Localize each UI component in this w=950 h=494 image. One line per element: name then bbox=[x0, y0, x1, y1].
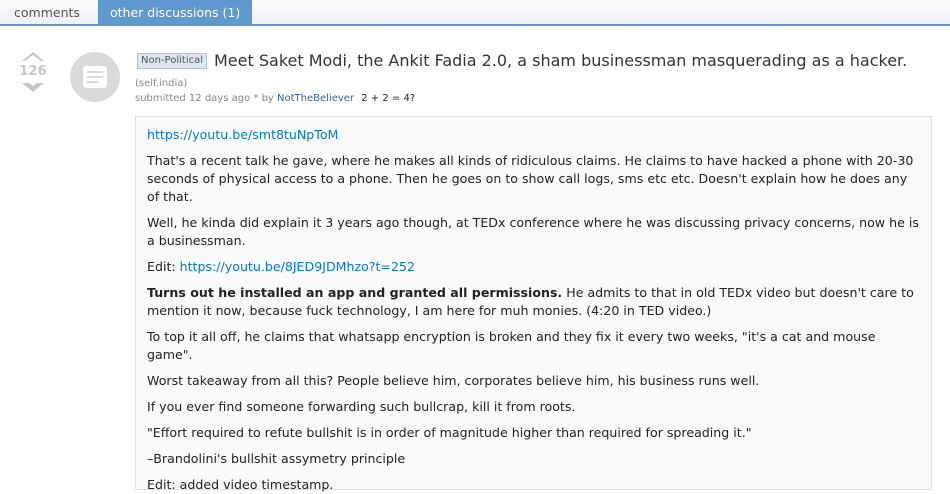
body-quote: "Effort required to refute bullshit is i… bbox=[147, 425, 752, 440]
post-body: https://youtu.be/smt8tuNpToM That's a re… bbox=[135, 116, 932, 492]
youtube-link-1[interactable]: https://youtu.be/smt8tuNpToM bbox=[147, 127, 338, 142]
body-paragraph: If you ever find someone forwarding such… bbox=[147, 399, 576, 414]
post-title[interactable]: Meet Saket Modi, the Ankit Fadia 2.0, a … bbox=[214, 51, 907, 70]
body-bold-text: Turns out he installed an app and grante… bbox=[147, 285, 563, 300]
downvote-icon[interactable] bbox=[22, 80, 44, 92]
vote-widget: 126 bbox=[18, 52, 48, 92]
author-flair: 2 + 2 = 4? bbox=[361, 93, 416, 104]
author-link[interactable]: NotTheBeliever bbox=[277, 93, 354, 104]
link-flair: Non-Political bbox=[137, 53, 207, 69]
edit-prefix: Edit: bbox=[147, 259, 180, 274]
body-attribution: –Brandolini's bullshit assymetry princip… bbox=[147, 451, 406, 466]
tab-bar: comments other discussions (1) bbox=[0, 0, 950, 26]
body-paragraph: Well, he kinda did explain it 3 years ag… bbox=[147, 215, 919, 248]
text-post-icon bbox=[83, 66, 107, 88]
body-paragraph: That's a recent talk he gave, where he m… bbox=[147, 153, 914, 204]
tab-other-discussions[interactable]: other discussions (1) bbox=[98, 0, 253, 26]
score: 126 bbox=[19, 64, 47, 79]
self-post-thumbnail[interactable] bbox=[70, 52, 120, 102]
body-paragraph: Edit: added video timestamp. bbox=[147, 477, 334, 492]
submitted-text: submitted 12 days ago * by bbox=[135, 93, 274, 104]
upvote-icon[interactable] bbox=[22, 52, 44, 61]
tab-comments[interactable]: comments bbox=[2, 0, 92, 26]
post-domain[interactable]: (self.india) bbox=[135, 78, 187, 89]
youtube-link-2[interactable]: https://youtu.be/8JED9JDMhzo?t=252 bbox=[180, 259, 415, 274]
body-paragraph: To top it all off, he claims that whatsa… bbox=[147, 329, 876, 362]
tagline: submitted 12 days ago * by NotTheBelieve… bbox=[135, 93, 415, 104]
body-paragraph: Worst takeaway from all this? People bel… bbox=[147, 373, 760, 388]
